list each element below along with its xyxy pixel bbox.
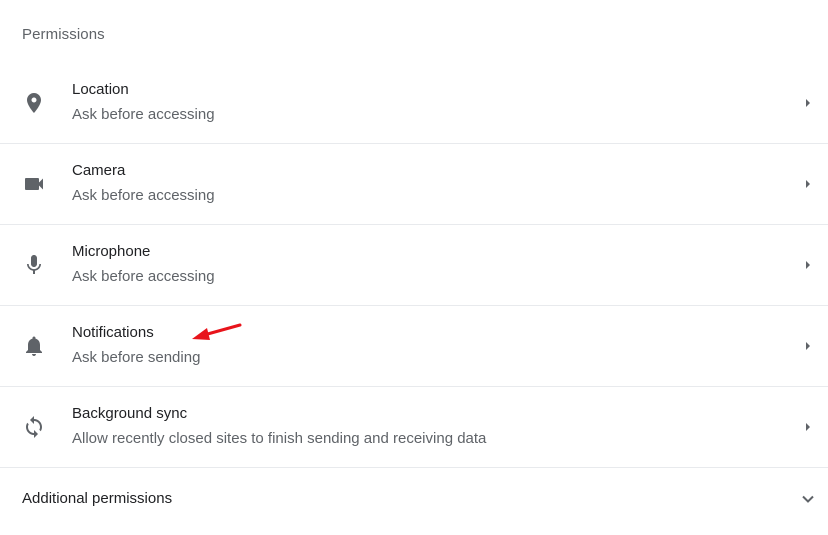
permission-label: Location (72, 81, 129, 98)
permission-row-background-sync[interactable]: Background sync Allow recently closed si… (0, 387, 828, 468)
permission-status: Ask before accessing (72, 187, 215, 204)
permission-label: Notifications (72, 324, 154, 341)
permission-status: Ask before accessing (72, 268, 215, 285)
sync-icon (22, 415, 46, 439)
additional-permissions-label: Additional permissions (22, 490, 173, 507)
chevron-right-icon (800, 176, 816, 192)
chevron-right-icon (800, 419, 816, 435)
permission-row-microphone[interactable]: Microphone Ask before accessing (0, 225, 828, 306)
permission-row-camera[interactable]: Camera Ask before accessing (0, 144, 828, 225)
location-pin-icon (22, 91, 46, 115)
chevron-right-icon (800, 257, 816, 273)
permissions-list: Location Ask before accessing Camera Ask… (0, 63, 828, 468)
microphone-icon (22, 253, 46, 277)
permission-label: Background sync (72, 405, 188, 422)
chevron-down-icon (798, 489, 818, 509)
section-title: Permissions (22, 26, 105, 43)
chevron-right-icon (800, 338, 816, 354)
permission-status: Allow recently closed sites to finish se… (72, 430, 487, 447)
permission-label: Microphone (72, 243, 151, 260)
permission-row-location[interactable]: Location Ask before accessing (0, 63, 828, 144)
additional-permissions-toggle[interactable]: Additional permissions (0, 470, 828, 528)
permission-row-notifications[interactable]: Notifications Ask before sending (0, 306, 828, 387)
camera-icon (22, 172, 46, 196)
permission-status: Ask before sending (72, 349, 201, 366)
bell-icon (22, 334, 46, 358)
chevron-right-icon (800, 95, 816, 111)
permission-label: Camera (72, 162, 126, 179)
permission-status: Ask before accessing (72, 106, 215, 123)
